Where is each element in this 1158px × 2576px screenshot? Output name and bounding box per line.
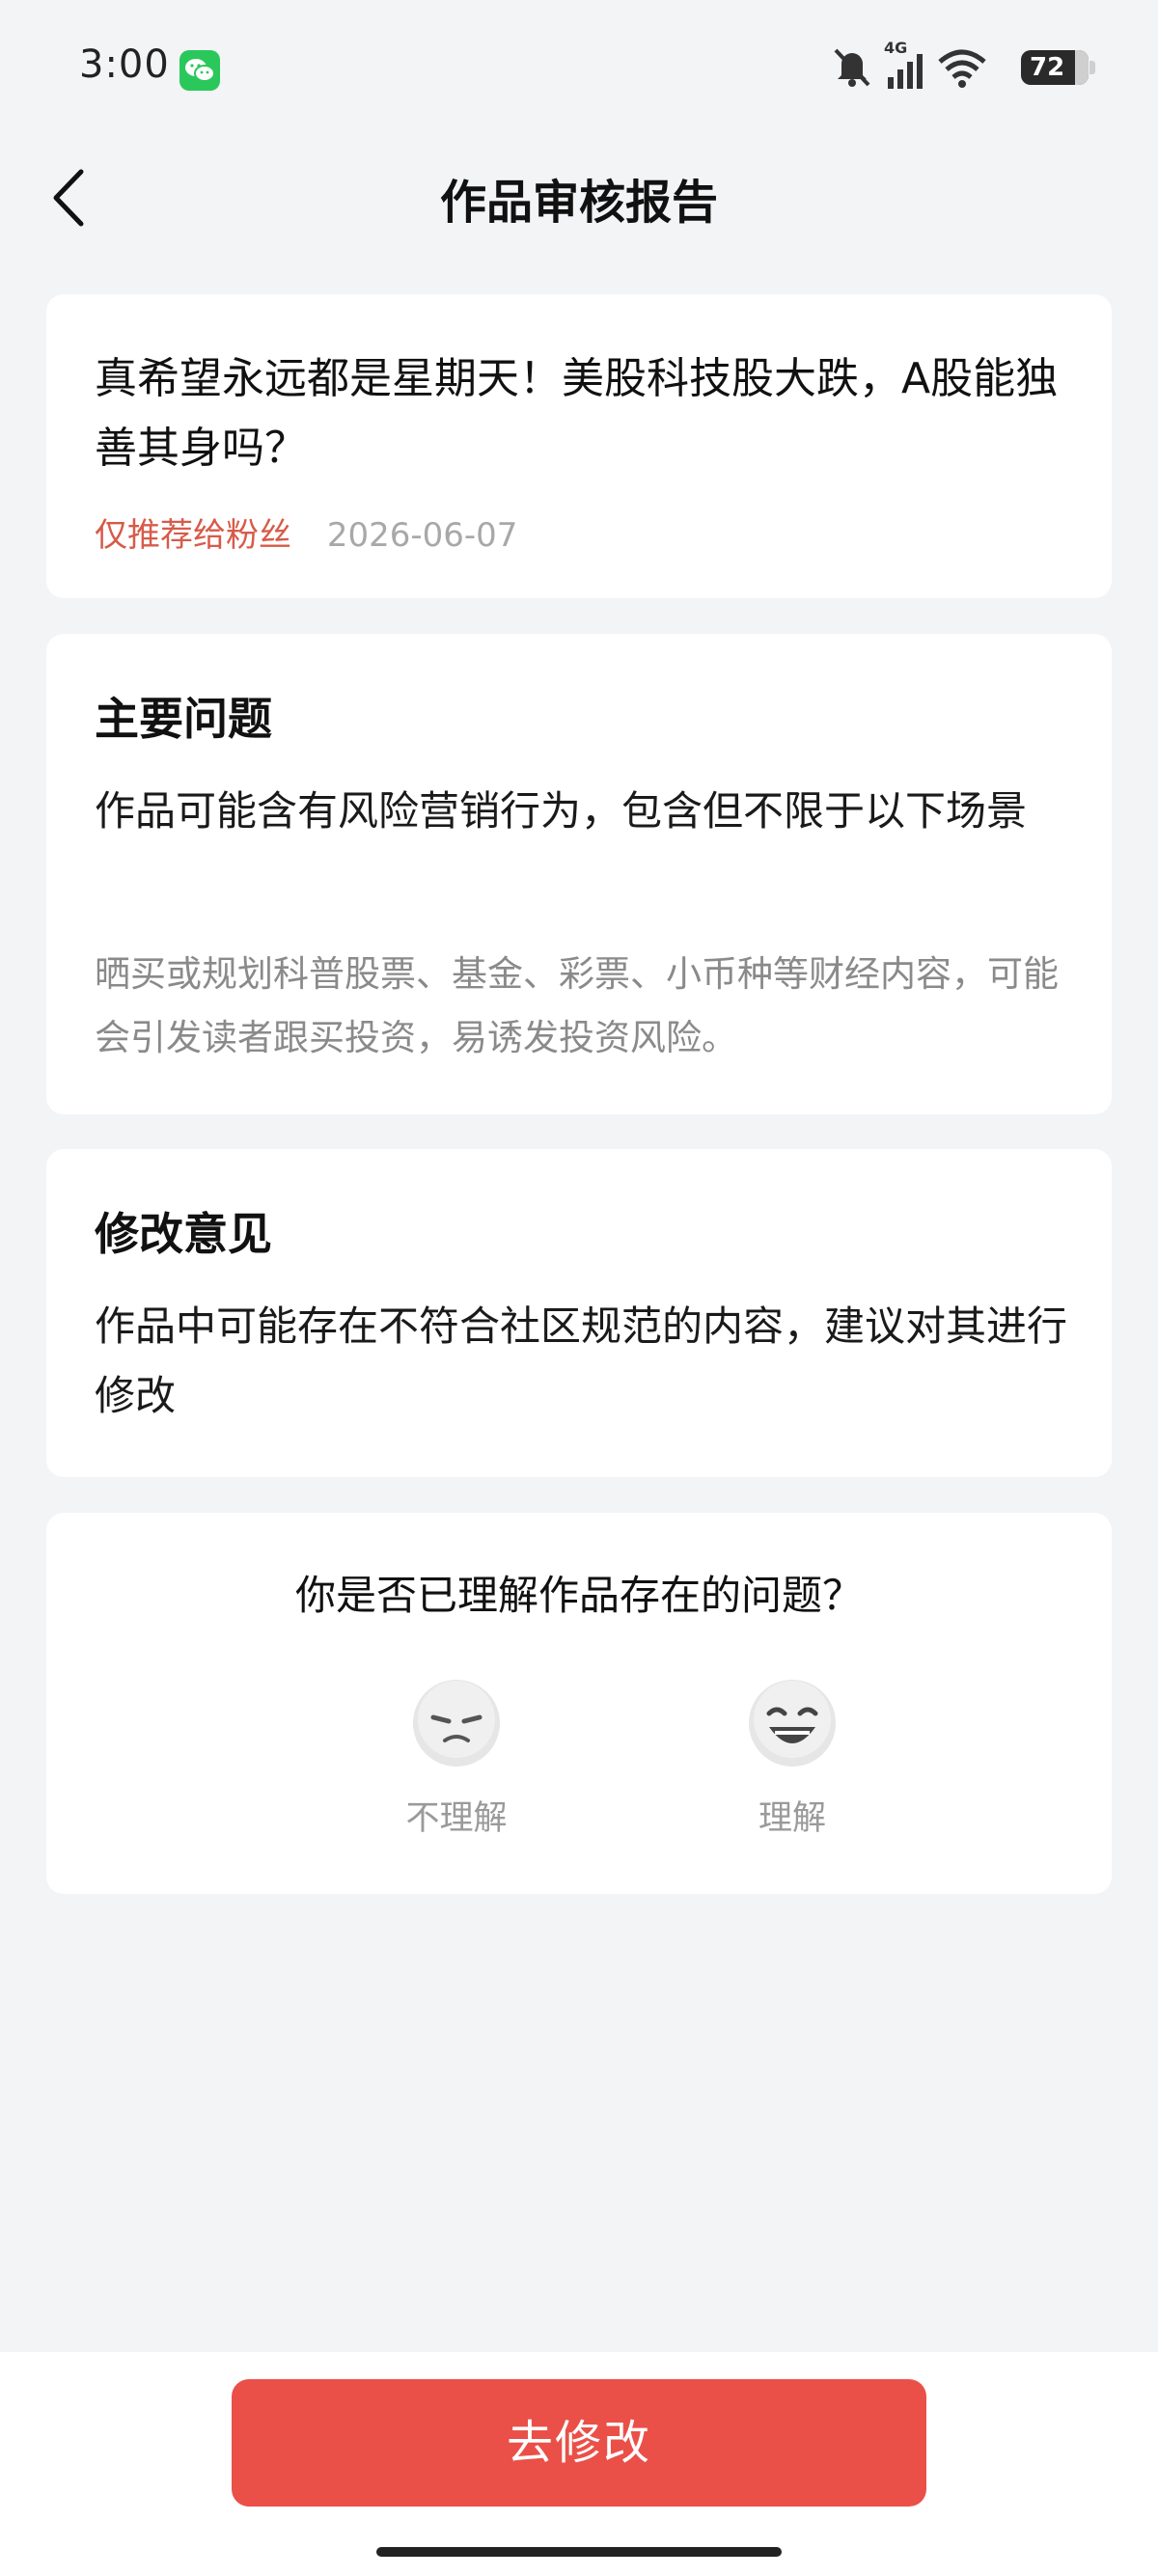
- work-card: 真希望永远都是星期天！美股科技股大跌，A股能独善其身吗？ 仅推荐给粉丝 2026…: [46, 294, 1112, 598]
- suggestion-card: 修改意见 作品中可能存在不符合社区规范的内容，建议对其进行修改: [46, 1149, 1112, 1477]
- work-title: 真希望永远都是星期天！美股科技股大跌，A股能独善其身吗？: [95, 354, 1059, 473]
- home-indicator[interactable]: [376, 2547, 782, 2557]
- main-issue-text: 作品可能含有风险营销行为，包含但不限于以下场景: [95, 787, 1028, 835]
- visibility-tag: 仅推荐给粉丝: [95, 516, 291, 555]
- signal-icon: [888, 54, 923, 89]
- bell-muted-icon: [834, 48, 870, 87]
- laugh-emoji-icon: [749, 1680, 836, 1767]
- not-understand-label: 不理解: [405, 1799, 508, 1838]
- suggestion-text: 作品中可能存在不符合社区规范的内容，建议对其进行修改: [95, 1302, 1068, 1419]
- status-bar: 3:00 4G 72: [0, 0, 1158, 135]
- understand-label: 理解: [758, 1799, 826, 1838]
- wechat-notification-icon: [179, 50, 220, 91]
- not-understand-button[interactable]: 不理解: [370, 1677, 543, 1840]
- frown-emoji-icon: [413, 1680, 500, 1767]
- battery-level: 72: [1030, 53, 1065, 82]
- top-nav: 作品审核报告: [0, 135, 1158, 260]
- understand-button[interactable]: 理解: [705, 1677, 879, 1840]
- work-date: 2026-06-07: [326, 516, 518, 555]
- status-icons: 4G 72: [828, 39, 1095, 93]
- page-title: 作品审核报告: [439, 176, 718, 230]
- battery-icon: 72: [1021, 50, 1095, 85]
- wifi-icon: [938, 49, 986, 88]
- status-time: 3:00: [79, 42, 170, 87]
- go-modify-button[interactable]: 去修改: [232, 2379, 926, 2507]
- main-issue-card: 主要问题 作品可能含有风险营销行为，包含但不限于以下场景 晒买或规划科普股票、基…: [46, 634, 1112, 1114]
- main-issue-heading: 主要问题: [95, 693, 272, 745]
- main-issue-detail: 晒买或规划科普股票、基金、彩票、小币种等财经内容，可能会引发读者跟买投资，易诱发…: [95, 953, 1059, 1058]
- feedback-card: 你是否已理解作品存在的问题？ 不理解 理解: [46, 1513, 1112, 1894]
- suggestion-heading: 修改意见: [95, 1208, 272, 1260]
- work-meta: 仅推荐给粉丝 2026-06-07: [95, 508, 517, 556]
- bottom-bar: 去修改: [0, 2352, 1158, 2576]
- feedback-question: 你是否已理解作品存在的问题？: [294, 1572, 863, 1619]
